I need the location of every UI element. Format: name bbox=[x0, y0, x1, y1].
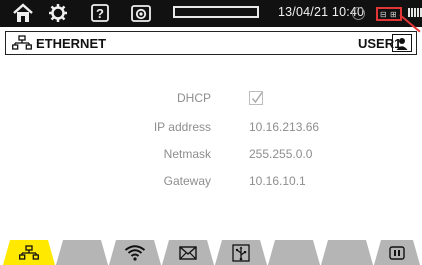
tab-wifi[interactable] bbox=[109, 240, 161, 265]
netmask-label: Netmask bbox=[163, 147, 211, 161]
network-icon bbox=[12, 35, 32, 56]
ip-address-label: IP address bbox=[153, 120, 211, 134]
status-glyph-a: ⊟ bbox=[380, 10, 387, 19]
title-bar: ETHERNET USER1 bbox=[5, 31, 417, 55]
wifi-icon bbox=[124, 244, 146, 261]
dhcp-row: DHCP bbox=[0, 88, 422, 110]
status-glyph-b: ⊞ bbox=[390, 10, 397, 19]
tab-mail[interactable] bbox=[162, 240, 214, 265]
instrument-screen: ? 13/04/21 10:40 ⊟ ⊞ ETHERNET USER1 DHCP… bbox=[0, 0, 422, 265]
user-icon bbox=[396, 37, 408, 50]
bottom-tab-bar bbox=[0, 240, 422, 265]
network-status-icon: ⊟ ⊞ bbox=[376, 7, 402, 21]
dhcp-label: DHCP bbox=[176, 91, 211, 105]
tab-blank-1[interactable] bbox=[56, 240, 108, 265]
settings-icon[interactable] bbox=[43, 1, 73, 25]
home-icon[interactable] bbox=[8, 1, 38, 25]
tab-usb[interactable] bbox=[215, 240, 267, 265]
tab-ethernet[interactable] bbox=[3, 240, 55, 265]
svg-text:?: ? bbox=[96, 6, 104, 21]
gateway-row: Gateway 10.16.10.1 bbox=[0, 171, 422, 193]
user-button[interactable] bbox=[392, 34, 412, 52]
netmask-row: Netmask 255.255.0.0 bbox=[0, 144, 422, 166]
lock-icon bbox=[352, 7, 365, 20]
mail-icon bbox=[179, 246, 197, 260]
tab-pause[interactable] bbox=[374, 240, 420, 265]
checkmark-icon bbox=[251, 92, 263, 104]
help-icon[interactable]: ? bbox=[85, 1, 115, 25]
tab-blank-2[interactable] bbox=[268, 240, 320, 265]
tab-blank-3[interactable] bbox=[321, 240, 373, 265]
status-bar: ? 13/04/21 10:40 ⊟ ⊞ bbox=[0, 0, 422, 33]
battery-icon bbox=[408, 8, 422, 17]
gateway-label: Gateway bbox=[163, 174, 211, 188]
gateway-field[interactable]: 10.16.10.1 bbox=[249, 174, 306, 188]
ip-address-row: IP address 10.16.213.66 bbox=[0, 117, 422, 139]
camera-icon[interactable] bbox=[126, 1, 156, 25]
storage-gauge bbox=[173, 6, 259, 18]
netmask-field[interactable]: 255.255.0.0 bbox=[249, 147, 312, 161]
usb-icon bbox=[232, 244, 250, 262]
dhcp-checkbox[interactable] bbox=[249, 91, 263, 105]
pause-icon bbox=[389, 246, 405, 260]
ip-address-field[interactable]: 10.16.213.66 bbox=[249, 120, 319, 134]
ethernet-icon bbox=[19, 245, 39, 261]
page-title: ETHERNET bbox=[36, 36, 107, 51]
